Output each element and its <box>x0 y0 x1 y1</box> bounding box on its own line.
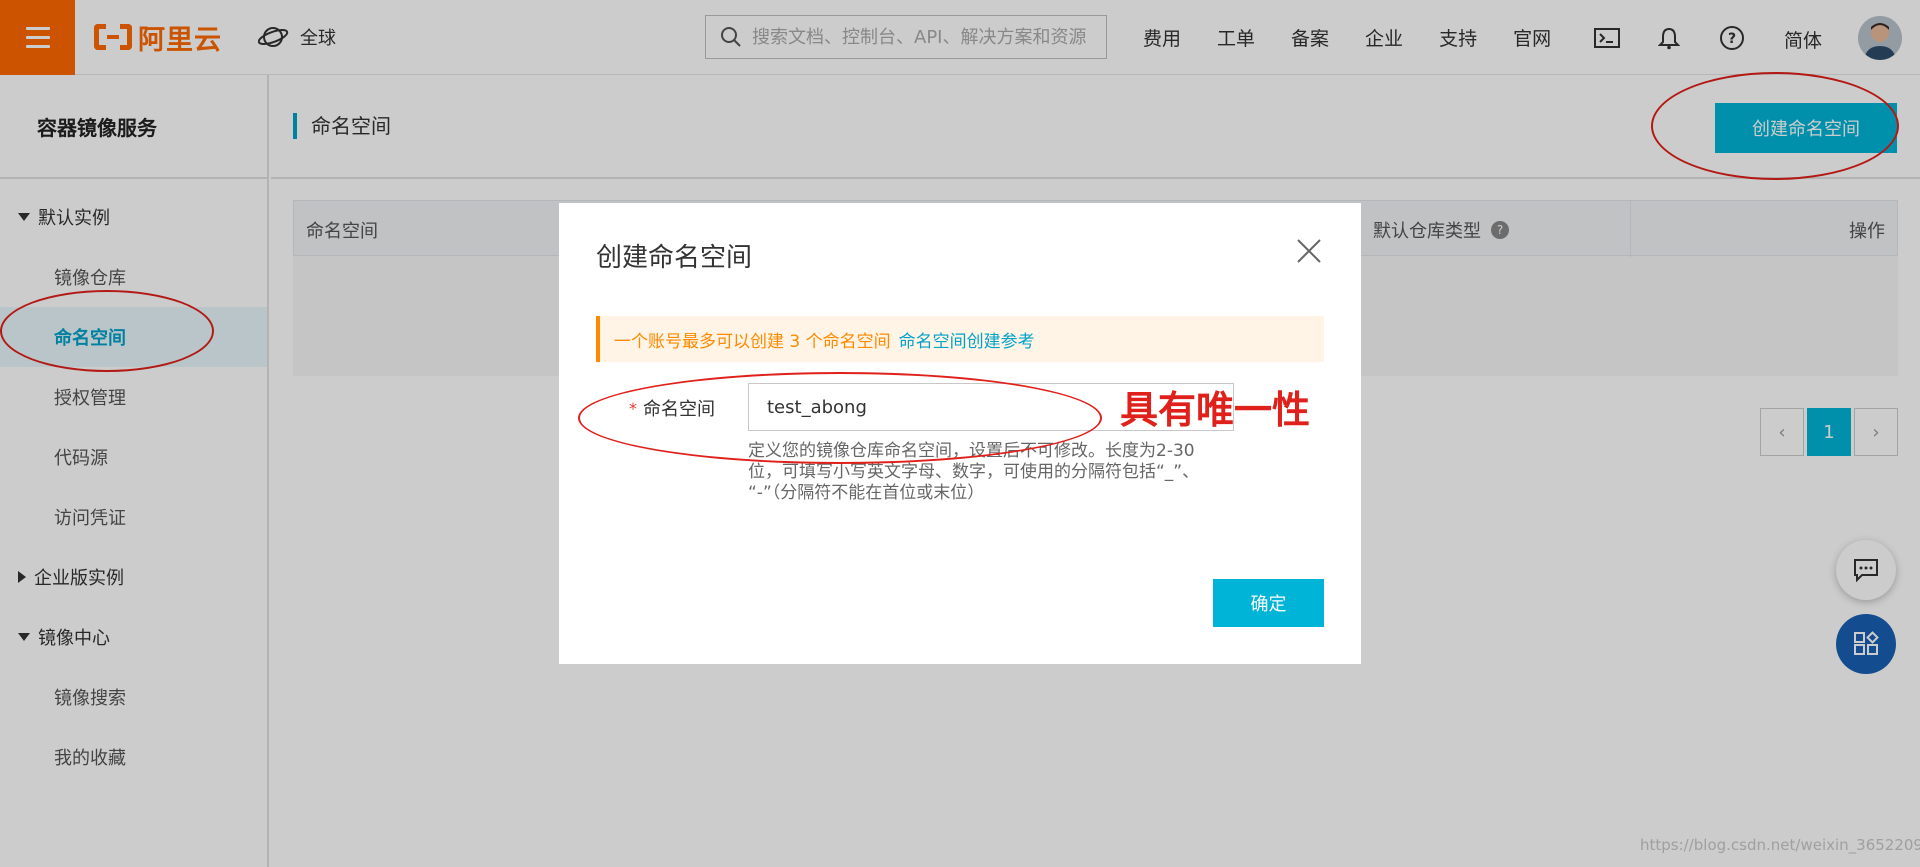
dialog-title: 创建命名空间 <box>596 243 753 273</box>
namespace-reference-link[interactable]: 命名空间创建参考 <box>899 327 1035 352</box>
close-icon[interactable] <box>1295 237 1323 265</box>
help-line: 定义您的镜像仓库命名空间，设置后不可修改。长度为2-30 <box>748 441 1195 461</box>
confirm-button[interactable]: 确定 <box>1213 579 1324 627</box>
help-line: “-”（分隔符不能在首位或末位） <box>748 483 985 503</box>
help-line: 位，可填写小写英文字母、数字，可使用的分隔符包括“_”、 <box>748 462 1200 482</box>
namespace-field-label: * 命名空间 <box>629 395 715 421</box>
namespace-help-text: 定义您的镜像仓库命名空间，设置后不可修改。长度为2-30 位，可填写小写英文字母… <box>748 441 1228 504</box>
required-mark: * <box>629 398 637 418</box>
notice-text: 一个账号最多可以创建 3 个命名空间 <box>614 331 891 352</box>
field-label-text: 命名空间 <box>643 399 715 420</box>
annotation-uniqueness-note: 具有唯一性 <box>1120 388 1311 432</box>
quota-notice: 一个账号最多可以创建 3 个命名空间 命名空间创建参考 <box>596 316 1324 362</box>
